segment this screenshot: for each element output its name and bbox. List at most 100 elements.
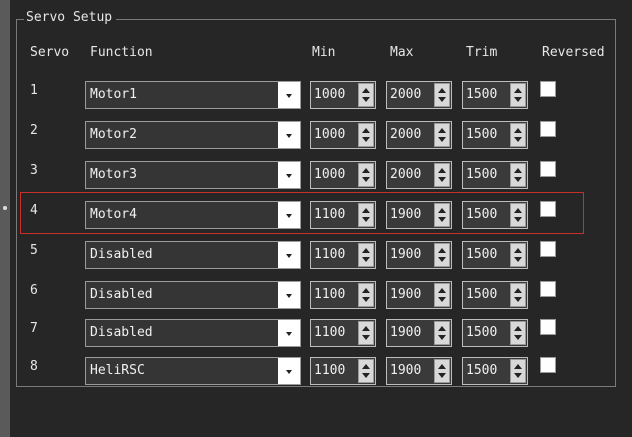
spin-buttons[interactable] bbox=[358, 243, 374, 267]
reversed-checkbox[interactable] bbox=[540, 121, 556, 137]
spin-buttons[interactable] bbox=[434, 321, 450, 345]
spin-buttons[interactable] bbox=[434, 83, 450, 107]
spin-buttons[interactable] bbox=[510, 321, 526, 345]
trim-spinbox[interactable]: 1500 bbox=[462, 121, 528, 149]
spin-buttons[interactable] bbox=[434, 359, 450, 383]
arrow-down-icon[interactable] bbox=[438, 373, 446, 378]
spin-buttons[interactable] bbox=[510, 83, 526, 107]
arrow-up-icon[interactable] bbox=[514, 248, 522, 253]
trim-spinbox[interactable]: 1500 bbox=[462, 81, 528, 109]
trim-spinbox[interactable]: 1500 bbox=[462, 281, 528, 309]
reversed-checkbox[interactable] bbox=[540, 201, 556, 217]
arrow-down-icon[interactable] bbox=[514, 373, 522, 378]
min-spinbox[interactable]: 1100 bbox=[310, 319, 376, 347]
max-spinbox[interactable]: 1900 bbox=[386, 241, 452, 269]
arrow-down-icon[interactable] bbox=[514, 217, 522, 222]
arrow-down-icon[interactable] bbox=[362, 297, 370, 302]
function-dropdown[interactable]: HeliRSC bbox=[85, 357, 301, 385]
trim-spinbox[interactable]: 1500 bbox=[462, 161, 528, 189]
function-dropdown[interactable]: Motor3 bbox=[85, 161, 301, 189]
arrow-down-icon[interactable] bbox=[362, 373, 370, 378]
arrow-up-icon[interactable] bbox=[362, 208, 370, 213]
spin-buttons[interactable] bbox=[510, 359, 526, 383]
arrow-down-icon[interactable] bbox=[362, 257, 370, 262]
arrow-up-icon[interactable] bbox=[362, 88, 370, 93]
arrow-down-icon[interactable] bbox=[438, 97, 446, 102]
arrow-down-icon[interactable] bbox=[514, 137, 522, 142]
chevron-down-icon[interactable] bbox=[278, 282, 300, 308]
reversed-checkbox[interactable] bbox=[540, 281, 556, 297]
arrow-up-icon[interactable] bbox=[514, 208, 522, 213]
arrow-up-icon[interactable] bbox=[438, 88, 446, 93]
trim-spinbox[interactable]: 1500 bbox=[462, 201, 528, 229]
spin-buttons[interactable] bbox=[358, 283, 374, 307]
min-spinbox[interactable]: 1000 bbox=[310, 121, 376, 149]
spin-buttons[interactable] bbox=[358, 123, 374, 147]
max-spinbox[interactable]: 2000 bbox=[386, 121, 452, 149]
max-spinbox[interactable]: 1900 bbox=[386, 357, 452, 385]
spin-buttons[interactable] bbox=[358, 359, 374, 383]
arrow-down-icon[interactable] bbox=[438, 257, 446, 262]
arrow-up-icon[interactable] bbox=[514, 364, 522, 369]
chevron-down-icon[interactable] bbox=[278, 242, 300, 268]
arrow-up-icon[interactable] bbox=[514, 288, 522, 293]
spin-buttons[interactable] bbox=[434, 123, 450, 147]
arrow-up-icon[interactable] bbox=[438, 168, 446, 173]
chevron-down-icon[interactable] bbox=[278, 122, 300, 148]
spin-buttons[interactable] bbox=[434, 283, 450, 307]
reversed-checkbox[interactable] bbox=[540, 357, 556, 373]
arrow-up-icon[interactable] bbox=[514, 326, 522, 331]
spin-buttons[interactable] bbox=[510, 123, 526, 147]
function-dropdown[interactable]: Motor1 bbox=[85, 81, 301, 109]
arrow-up-icon[interactable] bbox=[362, 168, 370, 173]
function-dropdown[interactable]: Motor4 bbox=[85, 201, 301, 229]
spin-buttons[interactable] bbox=[510, 243, 526, 267]
spin-buttons[interactable] bbox=[434, 203, 450, 227]
spin-buttons[interactable] bbox=[434, 163, 450, 187]
arrow-up-icon[interactable] bbox=[362, 364, 370, 369]
arrow-down-icon[interactable] bbox=[362, 177, 370, 182]
chevron-down-icon[interactable] bbox=[278, 202, 300, 228]
function-dropdown[interactable]: Disabled bbox=[85, 281, 301, 309]
spin-buttons[interactable] bbox=[358, 203, 374, 227]
max-spinbox[interactable]: 1900 bbox=[386, 319, 452, 347]
function-dropdown[interactable]: Disabled bbox=[85, 241, 301, 269]
chevron-down-icon[interactable] bbox=[278, 82, 300, 108]
arrow-up-icon[interactable] bbox=[438, 364, 446, 369]
spin-buttons[interactable] bbox=[358, 321, 374, 345]
reversed-checkbox[interactable] bbox=[540, 81, 556, 97]
arrow-up-icon[interactable] bbox=[438, 288, 446, 293]
arrow-down-icon[interactable] bbox=[438, 177, 446, 182]
arrow-down-icon[interactable] bbox=[362, 217, 370, 222]
chevron-down-icon[interactable] bbox=[278, 162, 300, 188]
max-spinbox[interactable]: 2000 bbox=[386, 81, 452, 109]
arrow-up-icon[interactable] bbox=[438, 326, 446, 331]
arrow-down-icon[interactable] bbox=[438, 217, 446, 222]
arrow-down-icon[interactable] bbox=[438, 137, 446, 142]
min-spinbox[interactable]: 1100 bbox=[310, 357, 376, 385]
min-spinbox[interactable]: 1000 bbox=[310, 81, 376, 109]
arrow-up-icon[interactable] bbox=[362, 128, 370, 133]
arrow-up-icon[interactable] bbox=[438, 248, 446, 253]
trim-spinbox[interactable]: 1500 bbox=[462, 241, 528, 269]
spin-buttons[interactable] bbox=[358, 163, 374, 187]
reversed-checkbox[interactable] bbox=[540, 161, 556, 177]
arrow-down-icon[interactable] bbox=[438, 297, 446, 302]
trim-spinbox[interactable]: 1500 bbox=[462, 357, 528, 385]
min-spinbox[interactable]: 1100 bbox=[310, 241, 376, 269]
chevron-down-icon[interactable] bbox=[278, 358, 300, 384]
arrow-up-icon[interactable] bbox=[362, 326, 370, 331]
arrow-down-icon[interactable] bbox=[362, 137, 370, 142]
arrow-up-icon[interactable] bbox=[362, 288, 370, 293]
arrow-down-icon[interactable] bbox=[514, 335, 522, 340]
arrow-down-icon[interactable] bbox=[438, 335, 446, 340]
max-spinbox[interactable]: 1900 bbox=[386, 281, 452, 309]
trim-spinbox[interactable]: 1500 bbox=[462, 319, 528, 347]
arrow-up-icon[interactable] bbox=[514, 168, 522, 173]
spin-buttons[interactable] bbox=[434, 243, 450, 267]
arrow-down-icon[interactable] bbox=[362, 97, 370, 102]
arrow-up-icon[interactable] bbox=[362, 248, 370, 253]
reversed-checkbox[interactable] bbox=[540, 319, 556, 335]
function-dropdown[interactable]: Disabled bbox=[85, 319, 301, 347]
spin-buttons[interactable] bbox=[510, 283, 526, 307]
